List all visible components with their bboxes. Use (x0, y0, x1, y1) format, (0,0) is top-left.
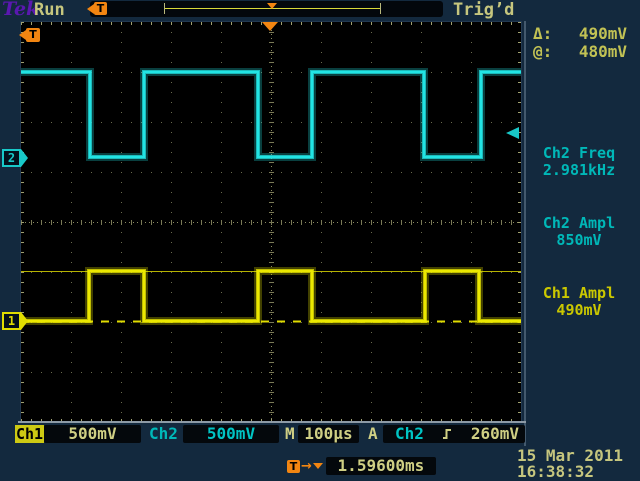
measurement-label: Ch2 Ampl (520, 215, 638, 232)
time-text: 16:38:32 (500, 464, 637, 480)
at-label: @: (533, 42, 552, 60)
trigger-source: Ch2 (395, 425, 424, 443)
delay-value: 1.59600ms (326, 457, 436, 475)
ch2-marker-tip (21, 149, 28, 167)
measurement-ch2-ampl: Ch2 Ampl 850mV (520, 215, 638, 249)
left-arrow-icon (19, 30, 26, 40)
rising-edge-icon (441, 427, 454, 441)
timebase-label: M (285, 425, 295, 443)
ch2-badge: Ch2 (149, 425, 178, 443)
ch1-badge: Ch1 (15, 425, 44, 443)
delay-readout: T → 1.59600ms (287, 457, 436, 475)
measurement-ch1-ampl: Ch1 Ampl 490mV (520, 285, 638, 319)
trigger-position-bar: T (90, 1, 443, 17)
record-window-bracket (164, 3, 381, 14)
trigger-level: 260mV (471, 425, 519, 443)
measurement-value: 850mV (520, 232, 638, 249)
triangle-down-icon (313, 463, 323, 469)
trigger-a-label: A (368, 425, 378, 443)
scope-plot (21, 22, 521, 422)
trigger-t-flag-icon: T (26, 28, 40, 42)
ch1-ground-marker: 1 (2, 312, 28, 330)
left-arrow-icon (87, 4, 94, 14)
trigger-state: Trig’d (453, 0, 514, 20)
ch2-scale: 500mV (183, 425, 279, 443)
graticule-bottom-edge (18, 421, 526, 423)
trigger-level-arrow-icon (506, 127, 519, 139)
ch1-marker-tip (21, 312, 28, 330)
trigger-t-flag-icon: T (287, 460, 300, 473)
cursor-delta-readout: Δ: 490mV (533, 24, 627, 42)
ch2-ground-marker: 2 (2, 149, 28, 167)
cursor-at-readout: @: 480mV (533, 42, 627, 60)
acquisition-state: Run (34, 0, 65, 20)
measurement-label: Ch2 Freq (520, 145, 638, 162)
trigger-t-flag-icon: T (94, 2, 107, 15)
timebase-scale: 100µs (298, 425, 359, 443)
measurement-value: 2.981kHz (520, 162, 638, 179)
ch1-scale: 500mV (44, 425, 141, 443)
ch1-marker-label: 1 (2, 312, 21, 330)
measurement-value: 490mV (520, 302, 638, 319)
at-value: 480mV (579, 42, 627, 60)
delta-value: 490mV (579, 24, 627, 42)
ch2-marker-label: 2 (2, 149, 21, 167)
datetime: 15 Mar 2011 16:38:32 (500, 448, 637, 480)
triangle-down-icon (267, 3, 277, 9)
trigger-time-marker-icon (262, 22, 278, 31)
trigger-readout: Ch2 260mV (383, 425, 525, 443)
measurement-label: Ch1 Ampl (520, 285, 638, 302)
delta-label: Δ: (533, 24, 552, 42)
right-arrow-icon: → (301, 459, 312, 474)
waveform-display (20, 21, 522, 423)
measurement-ch2-freq: Ch2 Freq 2.981kHz (520, 145, 638, 179)
